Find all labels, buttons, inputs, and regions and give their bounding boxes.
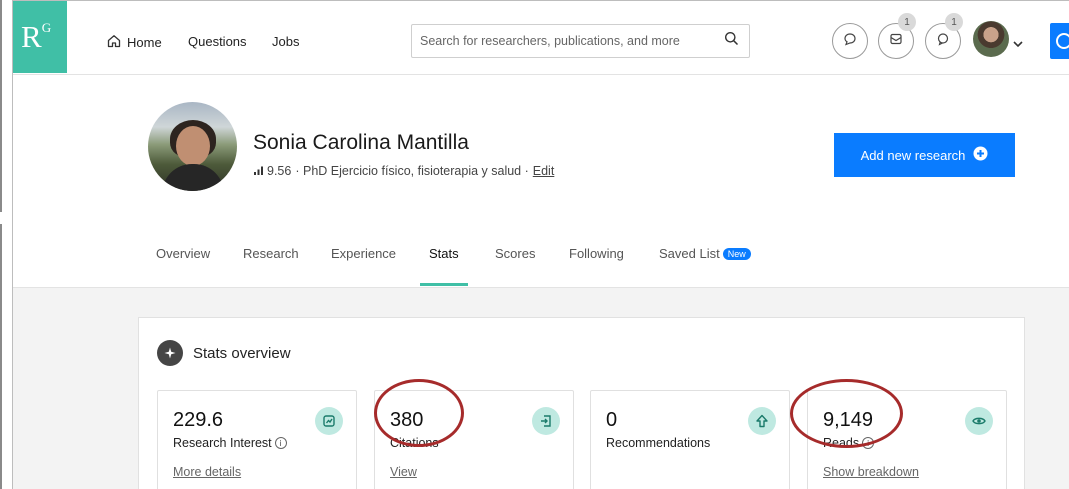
- stat-value: 9,149: [823, 409, 874, 431]
- window-edge-top: [0, 0, 2, 212]
- profile-degree: · PhD Ejercicio físico, fisioterapia y s…: [295, 164, 529, 178]
- new-badge: New: [722, 248, 751, 260]
- active-tab-indicator: [420, 283, 468, 286]
- create-button[interactable]: [1050, 23, 1069, 59]
- nav-home-link[interactable]: Home: [107, 34, 162, 51]
- plus-circle-icon: [1056, 33, 1069, 49]
- profile-subtitle: 9.56 · PhD Ejercicio físico, fisioterapi…: [254, 164, 554, 178]
- tab-scores[interactable]: Scores: [495, 246, 535, 261]
- stat-label-text: Citations: [390, 436, 439, 450]
- stat-card-citations: 380 Citations View: [374, 390, 574, 489]
- plus-circle-icon: [973, 146, 988, 164]
- score-bars-icon: [254, 164, 263, 178]
- nav-questions-label: Questions: [188, 34, 247, 49]
- account-avatar[interactable]: [973, 21, 1009, 57]
- view-citations-link[interactable]: View: [390, 465, 417, 479]
- notifications-button[interactable]: 1: [925, 13, 963, 59]
- stat-label: Reads i: [823, 436, 875, 450]
- search-icon[interactable]: [724, 31, 739, 51]
- search-bar[interactable]: [411, 24, 750, 58]
- citation-icon: [532, 407, 560, 435]
- show-breakdown-link[interactable]: Show breakdown: [823, 465, 919, 479]
- stat-value: 380: [390, 409, 424, 431]
- add-new-research-button[interactable]: Add new research: [834, 133, 1015, 177]
- stat-label: Citations: [390, 436, 439, 450]
- stat-card-recommendations: 0 Recommendations: [590, 390, 790, 489]
- tab-saved-list[interactable]: Saved List New: [659, 246, 751, 261]
- info-icon[interactable]: i: [862, 437, 875, 449]
- profile-name: Sonia Carolina Mantilla: [253, 131, 469, 154]
- page-frame: RG Home Questions Jobs 1: [12, 0, 1069, 489]
- messages-badge: 1: [898, 13, 916, 31]
- tab-following[interactable]: Following: [569, 246, 624, 261]
- nav-jobs-label: Jobs: [272, 34, 300, 49]
- home-icon: [107, 34, 121, 51]
- profile-score: 9.56: [267, 164, 292, 178]
- top-navigation: RG Home Questions Jobs 1: [13, 1, 1069, 75]
- sparkle-icon: [157, 340, 183, 366]
- tab-saved-list-label: Saved List: [659, 246, 720, 261]
- more-details-link[interactable]: More details: [173, 465, 241, 479]
- tab-research[interactable]: Research: [243, 246, 299, 261]
- edit-profile-link[interactable]: Edit: [533, 164, 555, 178]
- logo-superscript: G: [41, 19, 52, 35]
- stat-label-text: Recommendations: [606, 436, 711, 450]
- notification-bubble-icon: [936, 32, 950, 51]
- tab-overview[interactable]: Overview: [156, 246, 210, 261]
- search-input[interactable]: [420, 34, 724, 48]
- add-new-research-label: Add new research: [860, 147, 966, 163]
- nav-home-label: Home: [127, 35, 162, 50]
- chevron-down-icon[interactable]: [1013, 35, 1023, 53]
- nav-jobs-link[interactable]: Jobs: [272, 34, 299, 49]
- research-interest-icon: [315, 407, 343, 435]
- notifications-badge: 1: [945, 13, 963, 31]
- stats-overview-header: Stats overview: [157, 340, 291, 366]
- stat-value: 229.6: [173, 409, 224, 431]
- stat-label: Research Interest i: [173, 436, 287, 450]
- messages-button[interactable]: 1: [878, 13, 916, 59]
- info-icon[interactable]: i: [274, 437, 287, 449]
- stat-value: 0: [606, 409, 618, 431]
- arrow-up-icon: [748, 407, 776, 435]
- stat-card-reads: 9,149 Reads i Show breakdown: [807, 390, 1007, 489]
- stat-label-text: Reads: [823, 436, 860, 450]
- window-edge-bottom: [0, 224, 2, 489]
- profile-photo-body: [162, 164, 224, 191]
- stats-overview-title: Stats overview: [193, 344, 291, 362]
- researchgate-logo[interactable]: RG: [13, 1, 67, 73]
- profile-photo-face: [176, 126, 210, 166]
- tab-experience[interactable]: Experience: [331, 246, 396, 261]
- logo-letter: R: [21, 19, 42, 54]
- stat-label: Recommendations: [606, 436, 710, 450]
- stat-card-research-interest: 229.6 Research Interest i More details: [157, 390, 357, 489]
- stat-label-text: Research Interest: [173, 436, 272, 450]
- tab-stats[interactable]: Stats: [429, 246, 459, 261]
- profile-photo: [148, 102, 237, 191]
- speech-bubble-icon: [843, 32, 857, 51]
- nav-questions-link[interactable]: Questions: [188, 34, 247, 49]
- feedback-button[interactable]: [832, 23, 868, 59]
- eye-icon: [965, 407, 993, 435]
- inbox-icon: [889, 32, 903, 51]
